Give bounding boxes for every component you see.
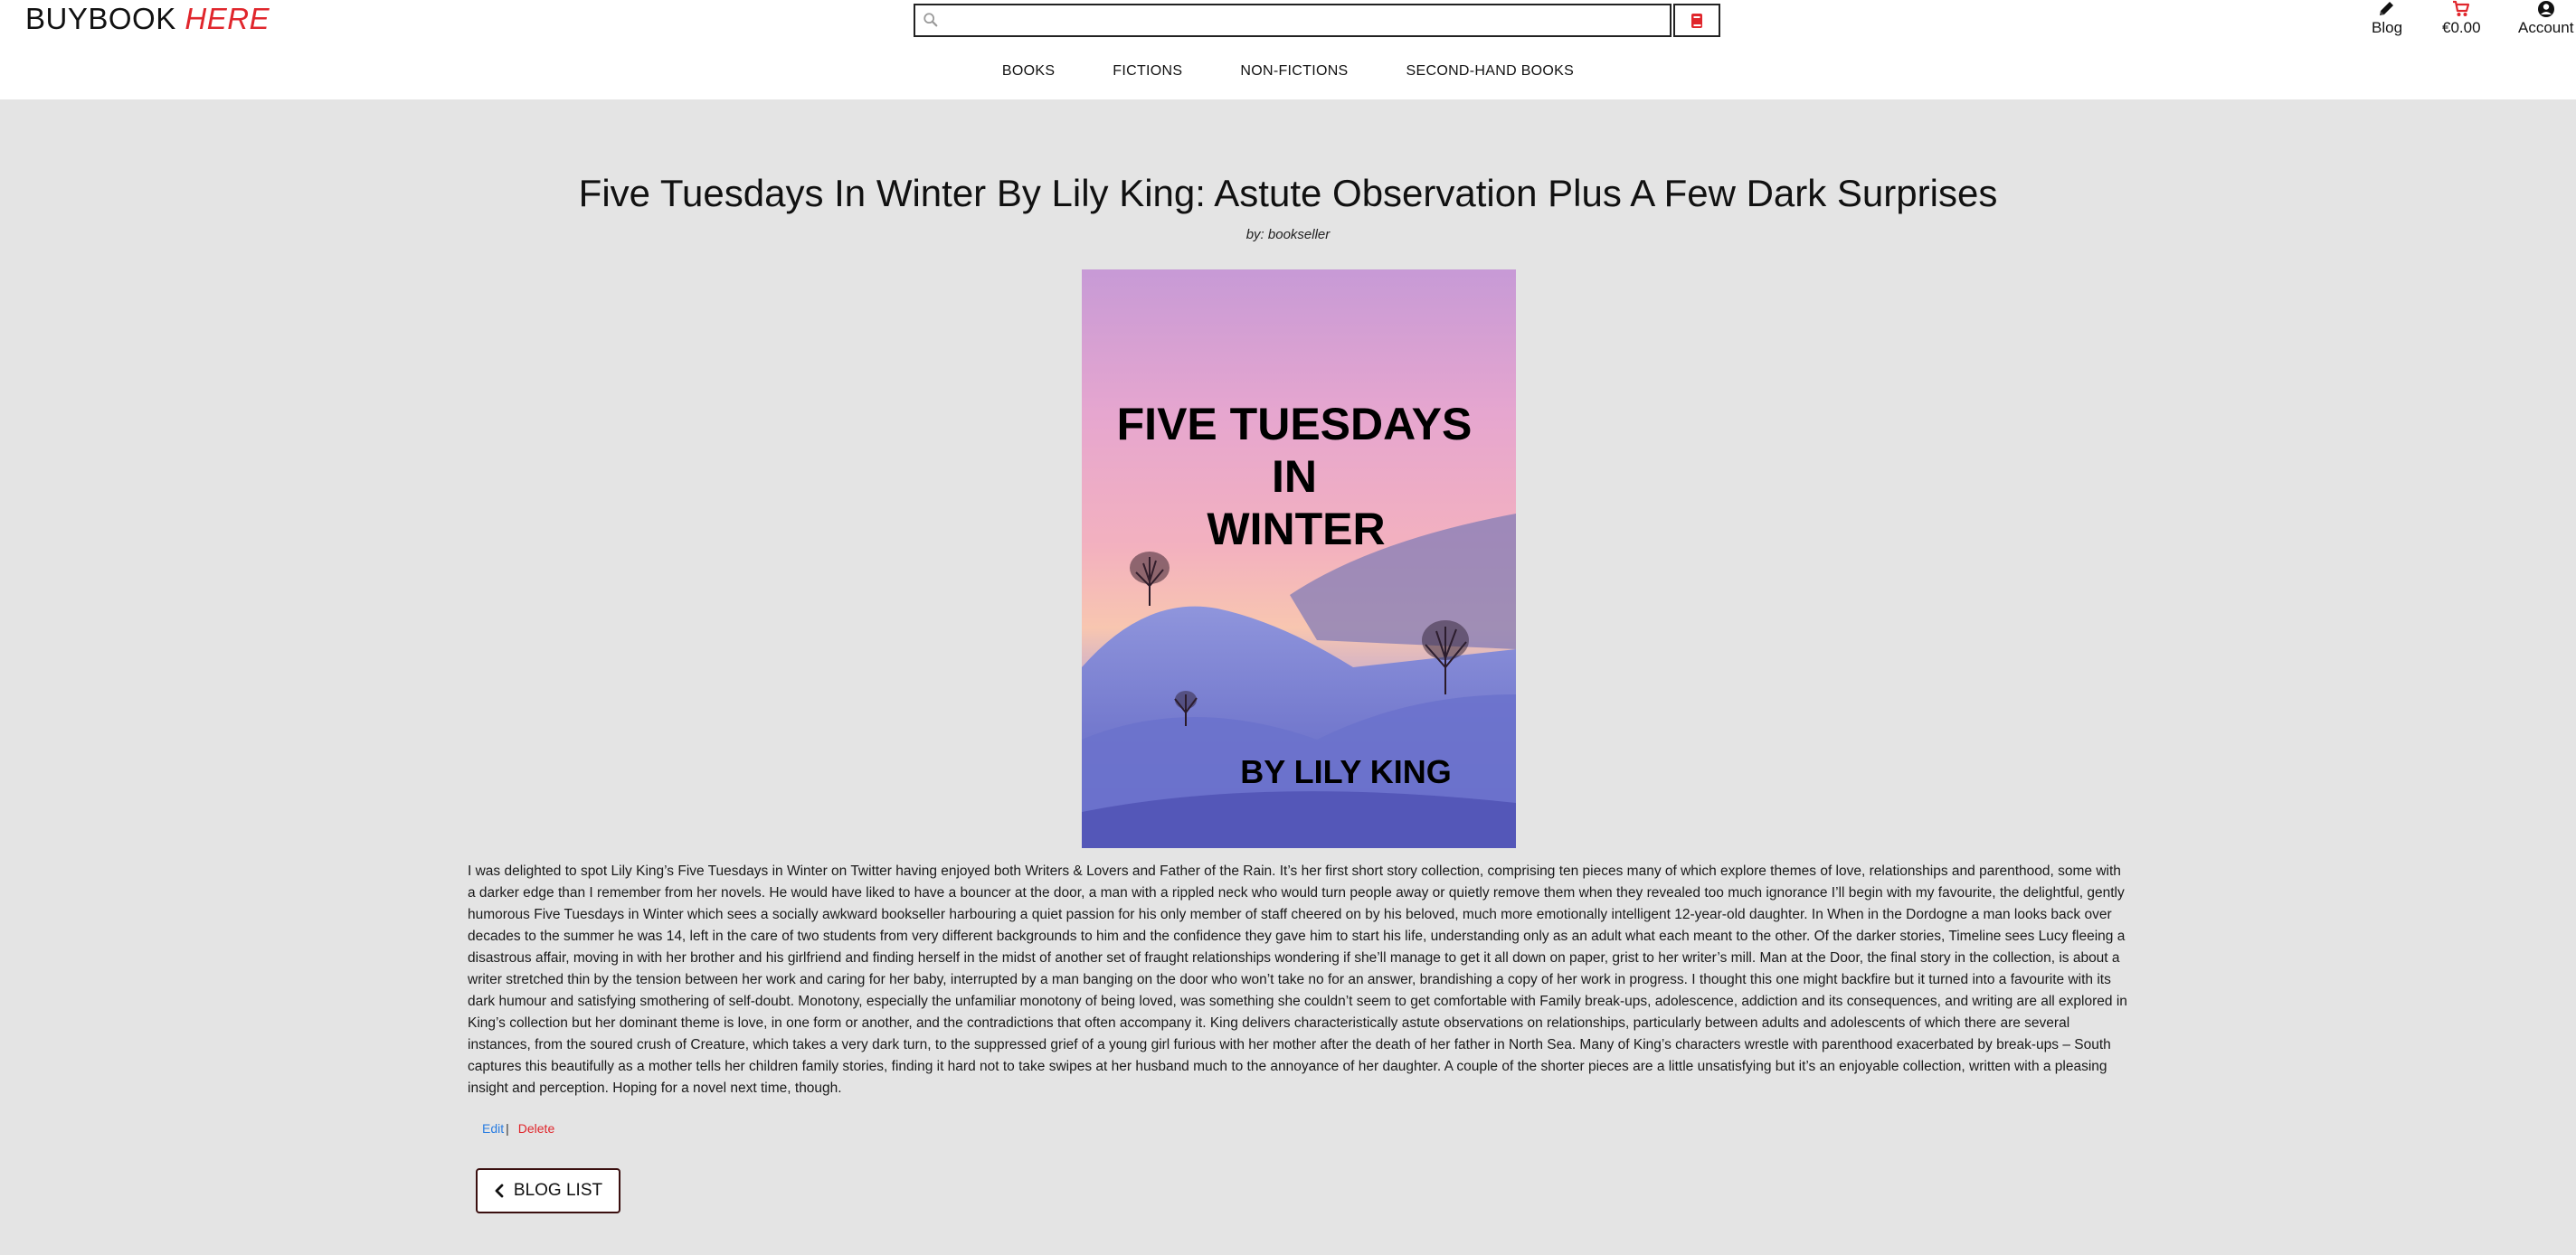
edit-link[interactable]: Edit [482,1121,504,1136]
cart-total: €0.00 [2442,19,2481,36]
cart-icon [2453,0,2470,16]
action-separator: | [506,1121,509,1136]
user-icon [2537,1,2554,17]
nav-item-fictions[interactable]: FICTIONS [1113,63,1182,80]
cover-author: BY LILY KING [1240,753,1451,790]
cart-link[interactable]: €0.00 [2442,0,2481,37]
blog-list-label: BLOG LIST [513,1181,603,1200]
account-label: Account [2518,19,2574,36]
nav-item-books[interactable]: BOOKS [1002,63,1055,80]
site-header: BUYBOOK HERE Blog €0.00 Account BOOKS FI… [0,0,2576,99]
cover-title-line-3: WINTER [1207,504,1385,554]
nav-item-second-hand-books[interactable]: SECOND-HAND BOOKS [1406,63,1575,80]
logo-accent: HERE [185,2,270,35]
search-button[interactable] [1673,4,1720,37]
post-body: I was delighted to spot Lily King’s Five… [468,863,2127,1096]
blog-label: Blog [2372,19,2403,36]
search-bar [914,4,1720,37]
logo-main: BUYBOOK [25,2,176,35]
cover-title-line-2: IN [1272,451,1317,502]
book-icon [1691,13,1702,28]
search-icon [923,13,938,27]
cover-title-line-1: FIVE TUESDAYS [1117,399,1473,449]
blog-link[interactable]: Blog [2372,0,2402,37]
delete-link[interactable]: Delete [518,1121,554,1136]
nav-item-non-fictions[interactable]: NON-FICTIONS [1240,63,1348,80]
search-input[interactable] [914,4,1672,37]
blog-list-button[interactable]: BLOG LIST [476,1168,620,1213]
chevron-left-icon [495,1184,504,1198]
post-title: Five Tuesdays In Winter By Lily King: As… [578,172,1998,214]
account-link[interactable]: Account [2518,0,2573,37]
book-cover-image: FIVE TUESDAYS IN WINTER BY LILY KING [1082,269,1516,848]
post-actions: Edit | Delete [482,1121,554,1136]
post-byline: by: bookseller [1245,227,1331,242]
site-logo[interactable]: BUYBOOK HERE [25,2,270,36]
main-nav: BOOKS FICTIONS NON-FICTIONS SECOND-HAND … [0,63,2576,80]
pencil-icon [2380,2,2394,15]
